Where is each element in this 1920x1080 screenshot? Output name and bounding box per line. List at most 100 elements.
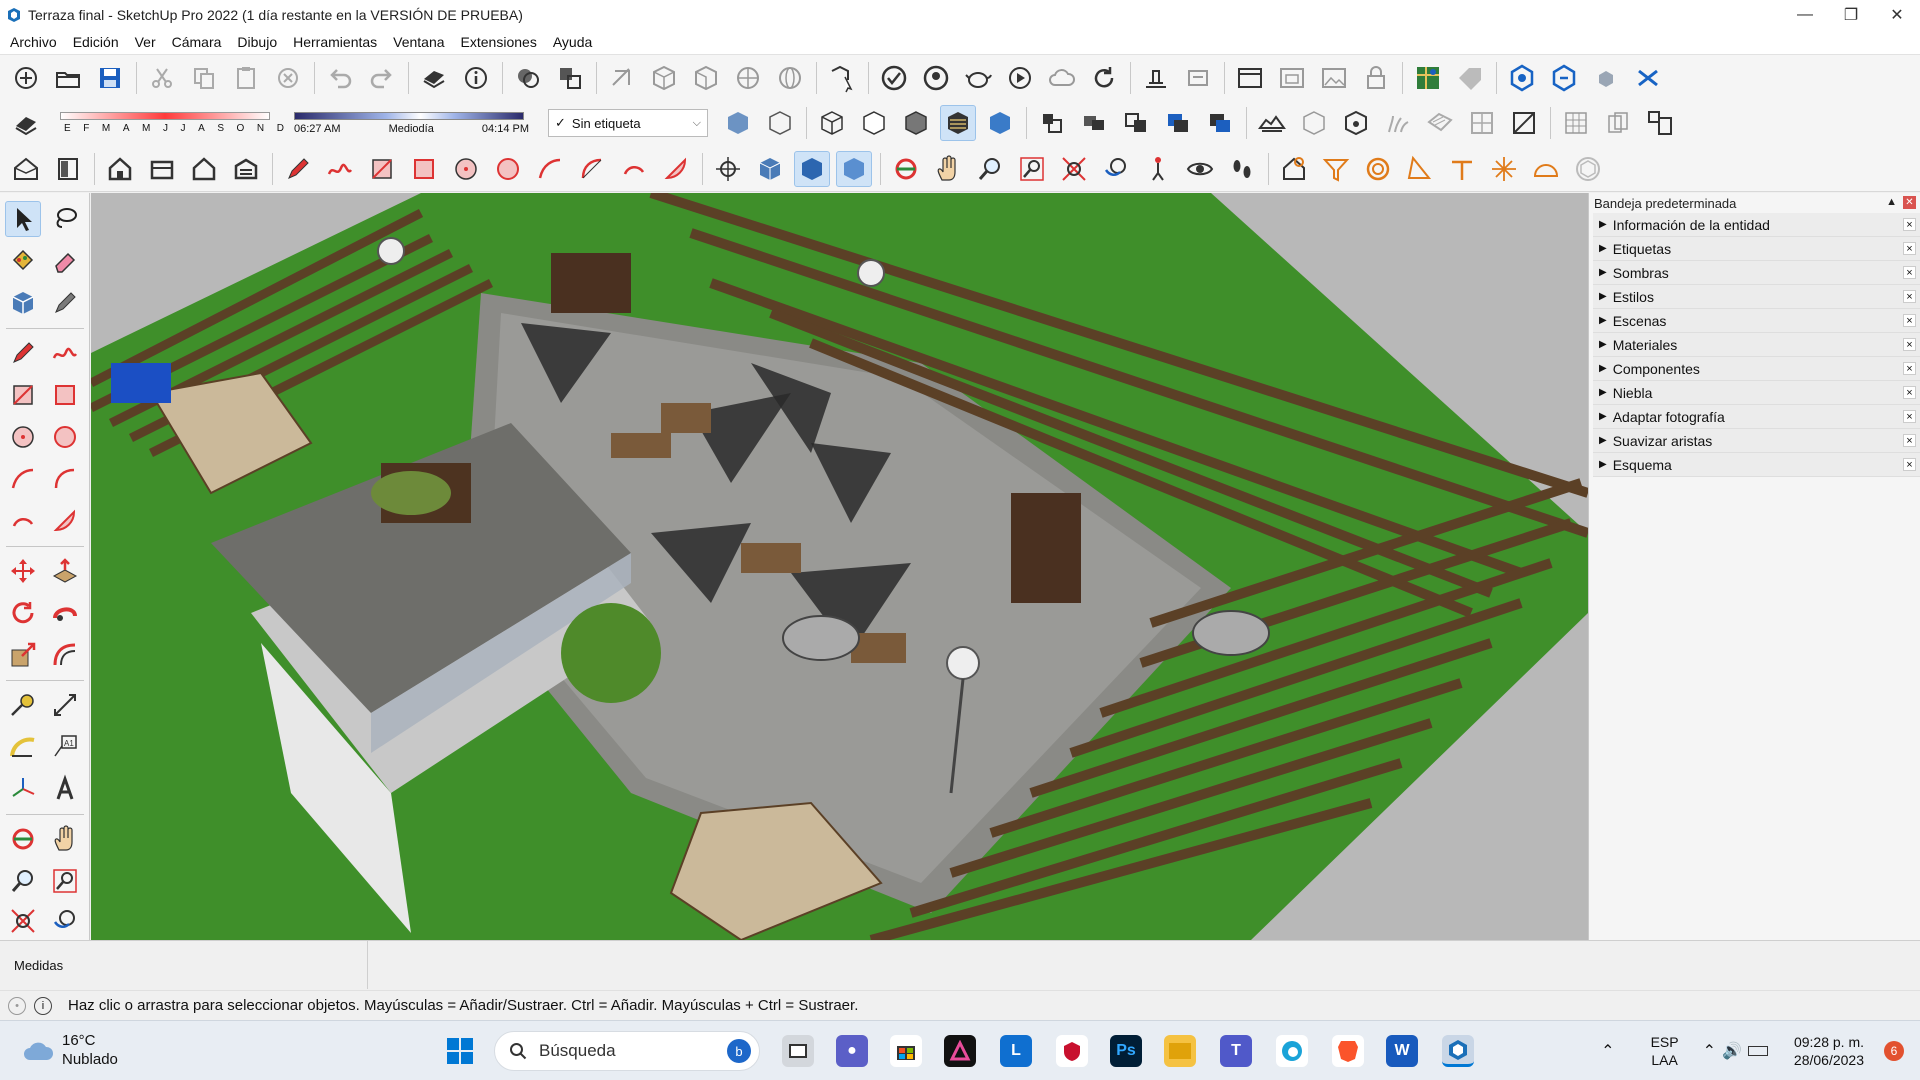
polygon-tool-button[interactable] bbox=[490, 151, 526, 187]
panel-outliner[interactable]: ▶ Esquema × bbox=[1593, 453, 1920, 477]
view-front-button[interactable] bbox=[688, 60, 724, 96]
tray-close-button[interactable]: ✕ bbox=[1903, 196, 1916, 209]
sandbox-3-button[interactable] bbox=[1118, 105, 1154, 141]
menu-extensiones[interactable]: Extensiones bbox=[453, 34, 545, 50]
photoshop-button[interactable]: Ps bbox=[1110, 1035, 1142, 1067]
view-back-house-button[interactable] bbox=[186, 151, 222, 187]
panel-fog[interactable]: ▶ Niebla × bbox=[1593, 381, 1920, 405]
extension-a-button[interactable] bbox=[1276, 151, 1312, 187]
task-view-button[interactable] bbox=[782, 1035, 814, 1067]
taskbar-search[interactable]: Búsqueda b bbox=[494, 1031, 760, 1071]
solid-tools-button[interactable] bbox=[552, 60, 588, 96]
arc3-left-button[interactable] bbox=[5, 503, 41, 539]
text-tool-button[interactable]: A1 bbox=[47, 729, 83, 765]
look-around-button[interactable] bbox=[1182, 151, 1218, 187]
extension-1-button[interactable] bbox=[1504, 60, 1540, 96]
arc-left-button[interactable] bbox=[5, 461, 41, 497]
select-tool-alt-button[interactable] bbox=[824, 60, 860, 96]
sketchup-taskbar-button[interactable] bbox=[1442, 1035, 1474, 1067]
previous-view-left-button[interactable] bbox=[47, 903, 83, 939]
panel-close-button[interactable]: × bbox=[1903, 386, 1916, 399]
speaker-icon[interactable]: 🔊 bbox=[1722, 1041, 1742, 1061]
pan-left-button[interactable] bbox=[47, 821, 83, 857]
extension-b-button[interactable] bbox=[1318, 151, 1354, 187]
info-icon[interactable]: i bbox=[34, 996, 52, 1015]
view-right-button[interactable] bbox=[730, 60, 766, 96]
style-hidden-line-button[interactable] bbox=[856, 105, 892, 141]
measurements-box[interactable]: Medidas bbox=[0, 941, 368, 989]
smoove-button[interactable] bbox=[1338, 105, 1374, 141]
push-pull-button[interactable] bbox=[47, 553, 83, 589]
extension-c-button[interactable] bbox=[1360, 151, 1396, 187]
rectangle-left-button[interactable] bbox=[5, 377, 41, 413]
menu-ayuda[interactable]: Ayuda bbox=[545, 34, 600, 50]
new-file-button[interactable] bbox=[8, 60, 44, 96]
panel-close-button[interactable]: × bbox=[1903, 362, 1916, 375]
style-shaded-textures-button[interactable] bbox=[940, 105, 976, 141]
walk-tool-button[interactable] bbox=[1140, 151, 1176, 187]
save-button[interactable] bbox=[92, 60, 128, 96]
sandbox-5-button[interactable] bbox=[1202, 105, 1238, 141]
cut-button[interactable] bbox=[144, 60, 180, 96]
restore-button[interactable]: ❐ bbox=[1828, 0, 1874, 30]
file-explorer-button[interactable] bbox=[1164, 1035, 1196, 1067]
extension-g-button[interactable] bbox=[1528, 151, 1564, 187]
tag-dropdown[interactable]: ✓ Sin etiqueta ⌵ bbox=[548, 109, 708, 137]
style-wireframe-button[interactable] bbox=[814, 105, 850, 141]
menu-archivo[interactable]: Archivo bbox=[2, 34, 65, 50]
cloud-button[interactable] bbox=[1044, 60, 1080, 96]
menu-dibujo[interactable]: Dibujo bbox=[229, 34, 285, 50]
sandbox-4-button[interactable] bbox=[1160, 105, 1196, 141]
store-button[interactable] bbox=[890, 1035, 922, 1067]
model-viewport[interactable] bbox=[91, 193, 1588, 940]
previous-view-button[interactable] bbox=[1098, 151, 1134, 187]
app-l-button[interactable]: L bbox=[1000, 1035, 1032, 1067]
standard-view-button[interactable] bbox=[752, 151, 788, 187]
extension-f-button[interactable] bbox=[1486, 151, 1522, 187]
chevron-up-icon[interactable]: ⌃ bbox=[1601, 1041, 1614, 1061]
shadow-time-slider[interactable]: 06:27 AM Mediodía 04:14 PM bbox=[294, 105, 534, 141]
axes-tool-button[interactable] bbox=[5, 771, 41, 807]
paint-bucket-button[interactable] bbox=[5, 243, 41, 279]
panel-close-button[interactable]: × bbox=[1903, 458, 1916, 471]
teams-chat-button[interactable]: ● bbox=[836, 1035, 868, 1067]
menu-camara[interactable]: Cámara bbox=[164, 34, 230, 50]
line-tool-left-button[interactable] bbox=[5, 335, 41, 371]
shadows-toggle-button[interactable] bbox=[8, 105, 44, 141]
extension-h-button[interactable] bbox=[1570, 151, 1606, 187]
orbit-left-button[interactable] bbox=[5, 821, 41, 857]
play-button[interactable] bbox=[1002, 60, 1038, 96]
from-scratch-button[interactable] bbox=[1296, 105, 1332, 141]
view-iso-button[interactable] bbox=[604, 60, 640, 96]
view-top-house-button[interactable] bbox=[50, 151, 86, 187]
panel-materials[interactable]: ▶ Materiales × bbox=[1593, 333, 1920, 357]
rotated-rectangle-left-button[interactable] bbox=[47, 377, 83, 413]
parallel-projection-button[interactable] bbox=[836, 150, 872, 187]
arc3-tool-button[interactable] bbox=[616, 151, 652, 187]
app-a-button[interactable] bbox=[944, 1035, 976, 1067]
panel-entity-info[interactable]: ▶ Información de la entidad × bbox=[1593, 213, 1920, 237]
drape-button[interactable] bbox=[1422, 105, 1458, 141]
protractor-button[interactable] bbox=[5, 729, 41, 765]
zoom-window-left-button[interactable] bbox=[47, 863, 83, 899]
panel-close-button[interactable]: × bbox=[1903, 266, 1916, 279]
extension-e-button[interactable] bbox=[1444, 151, 1480, 187]
panel-close-button[interactable]: × bbox=[1903, 290, 1916, 303]
arc-tool-button[interactable] bbox=[532, 151, 568, 187]
model-info-button[interactable] bbox=[458, 60, 494, 96]
erase-selection-button[interactable] bbox=[270, 60, 306, 96]
position-camera-button[interactable] bbox=[710, 151, 746, 187]
redo-button[interactable] bbox=[364, 60, 400, 96]
circle-left-button[interactable] bbox=[5, 419, 41, 455]
pan-tool-button[interactable] bbox=[930, 151, 966, 187]
panel-close-button[interactable]: × bbox=[1903, 314, 1916, 327]
freehand-left-button[interactable] bbox=[47, 335, 83, 371]
menu-ver[interactable]: Ver bbox=[127, 34, 164, 50]
orbit-tool-button[interactable] bbox=[888, 151, 924, 187]
extension-d-button[interactable] bbox=[1402, 151, 1438, 187]
wifi-icon[interactable]: ⌃ bbox=[1703, 1041, 1716, 1061]
edge-button[interactable] bbox=[1276, 1035, 1308, 1067]
add-detail-button[interactable] bbox=[1464, 105, 1500, 141]
layout-send-button[interactable] bbox=[1138, 60, 1174, 96]
panel-soften-edges[interactable]: ▶ Suavizar aristas × bbox=[1593, 429, 1920, 453]
